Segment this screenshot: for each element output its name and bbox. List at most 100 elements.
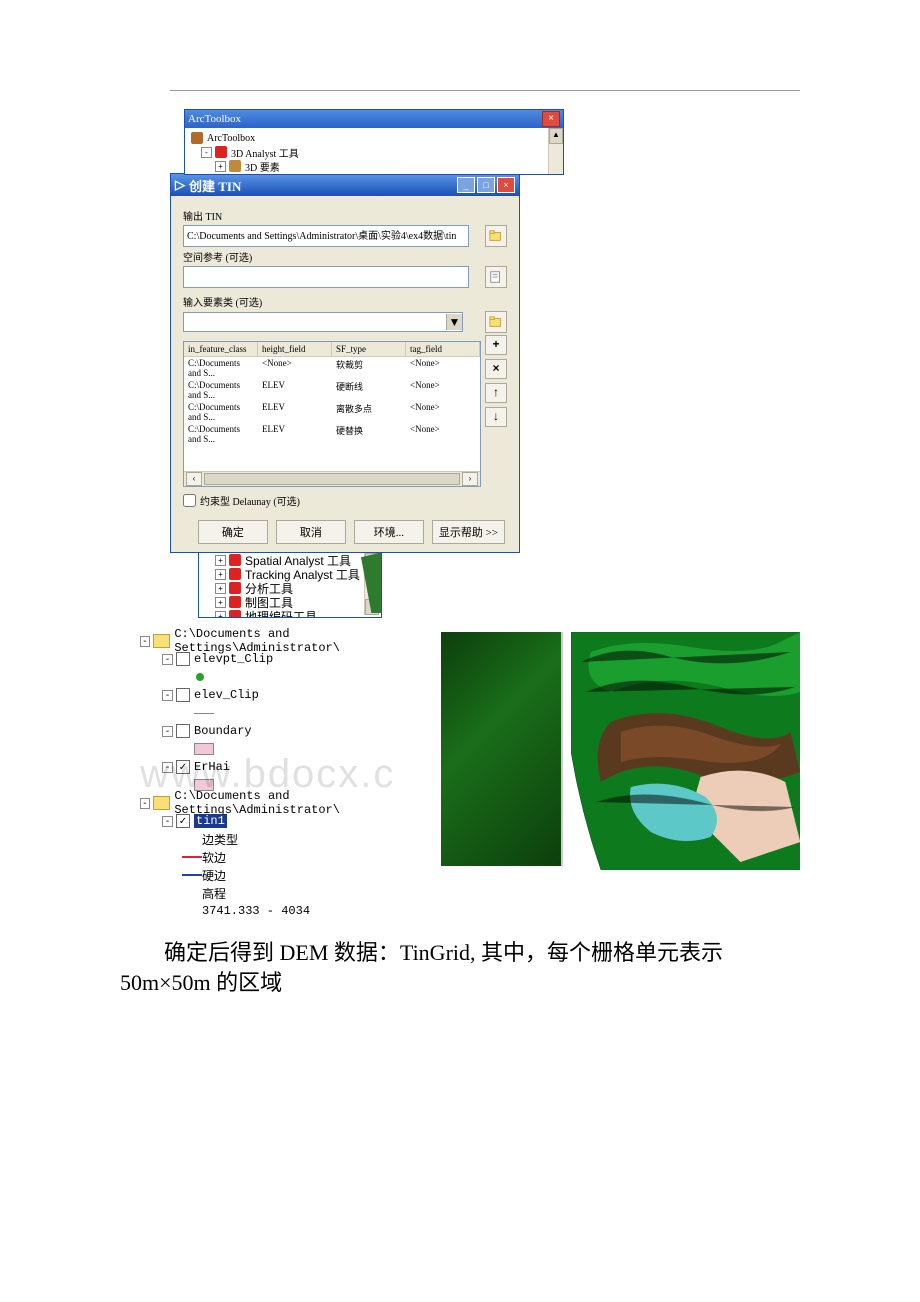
table-row[interactable]: C:\Documents and S...ELEV硬替换<None> xyxy=(184,423,480,445)
collapse-icon[interactable]: - xyxy=(162,762,173,773)
browse-icon[interactable] xyxy=(485,225,507,247)
layer-checkbox[interactable] xyxy=(176,652,190,666)
line-symbol-icon xyxy=(194,713,214,714)
expand-icon[interactable]: + xyxy=(215,555,226,566)
dialog-title: 创建 TIN xyxy=(189,176,241,195)
arctoolbox-root: ArcToolbox xyxy=(207,133,255,144)
expand-icon[interactable]: + xyxy=(215,161,226,172)
toc-path[interactable]: C:\Documents and Settings\Administrator\ xyxy=(174,789,423,817)
toolset-icon xyxy=(215,146,227,158)
legend-edge-type: 边类型 xyxy=(202,831,238,848)
expand-icon[interactable]: + xyxy=(215,583,226,594)
create-tin-dialog: ▷创建 TIN _ □ × 输出 TIN C:\Documents and Se… xyxy=(170,173,520,553)
move-up-button[interactable]: ↑ xyxy=(485,383,507,403)
collapse-icon[interactable]: - xyxy=(140,636,150,647)
arctoolbox-window: ArcToolbox × ArcToolbox - 3D Analyst 工具 +… xyxy=(184,109,564,175)
minimize-icon[interactable]: _ xyxy=(457,177,475,193)
arctoolbox-title: ArcToolbox xyxy=(188,113,241,125)
expand-icon[interactable]: - xyxy=(201,147,212,158)
point-symbol-icon xyxy=(196,673,204,681)
close-icon[interactable]: × xyxy=(497,177,515,193)
layer-tin-selected[interactable]: tin1 xyxy=(194,814,227,828)
arctoolbox-footer: +Spatial Analyst 工具 +Tracking Analyst 工具… xyxy=(198,553,382,618)
expand-icon[interactable]: + xyxy=(215,569,226,580)
layer-checkbox[interactable] xyxy=(176,724,190,738)
ok-button[interactable]: 确定 xyxy=(198,520,268,544)
toolset-icon xyxy=(229,610,241,618)
legend-elevation: 高程 xyxy=(202,885,226,902)
label-input-fc: 输入要素类 (可选) xyxy=(183,294,507,309)
layer-erhai[interactable]: ErHai xyxy=(194,760,230,774)
layers-toc: -C:\Documents and Settings\Administrator… xyxy=(140,632,423,920)
collapse-icon[interactable]: - xyxy=(162,816,173,827)
legend-soft-edge: 软边 xyxy=(202,849,226,866)
tin-map-view[interactable] xyxy=(571,632,800,870)
col-sf-type[interactable]: SF_type xyxy=(332,342,406,356)
toc-path[interactable]: C:\Documents and Settings\Administrator\ xyxy=(174,627,423,655)
layer-checkbox[interactable] xyxy=(176,688,190,702)
legend-hard-edge: 硬边 xyxy=(202,867,226,884)
close-icon[interactable]: × xyxy=(542,111,560,127)
input-spatial-ref[interactable] xyxy=(183,266,469,288)
col-tag-field[interactable]: tag_field xyxy=(406,342,480,356)
toolset-icon xyxy=(229,554,241,566)
toolbox-icon xyxy=(191,132,203,144)
arctoolbox-titlebar[interactable]: ArcToolbox × xyxy=(185,110,563,128)
hard-edge-symbol-icon xyxy=(182,874,202,876)
collapse-icon[interactable]: - xyxy=(162,726,173,737)
body-paragraph: 确定后得到 DEM 数据：TinGrid, 其中，每个栅格单元表示50m×50m… xyxy=(120,938,800,998)
table-horizontal-scrollbar[interactable]: ‹ › xyxy=(184,471,480,486)
toolset-icon xyxy=(229,596,241,608)
label-output-tin: 输出 TIN xyxy=(183,208,507,223)
layer-boundary[interactable]: Boundary xyxy=(194,724,252,738)
collapse-icon[interactable]: - xyxy=(162,654,173,665)
folder-icon xyxy=(153,796,171,810)
figure-arctoolbox-dialog: ArcToolbox × ArcToolbox - 3D Analyst 工具 +… xyxy=(184,109,564,618)
folder-icon xyxy=(153,634,171,648)
collapse-icon[interactable]: - xyxy=(162,690,173,701)
fill-symbol-icon xyxy=(194,743,214,755)
scrollbar-thumb[interactable] xyxy=(204,473,460,485)
dialog-titlebar[interactable]: ▷创建 TIN _ □ × xyxy=(171,174,519,196)
figure-toc-map: -C:\Documents and Settings\Administrator… xyxy=(140,632,800,920)
toolset-icon xyxy=(229,568,241,580)
properties-icon[interactable] xyxy=(485,266,507,288)
table-row[interactable]: C:\Documents and S...ELEV离散多点<None> xyxy=(184,401,480,423)
layer-checkbox[interactable]: ✓ xyxy=(176,814,190,828)
remove-row-button[interactable]: × xyxy=(485,359,507,379)
input-feature-dropdown[interactable]: ▼ xyxy=(183,312,463,332)
expand-icon[interactable]: + xyxy=(215,611,226,619)
scroll-up-icon[interactable]: ▲ xyxy=(549,128,563,144)
toolset-item[interactable]: 地理编码工具 xyxy=(245,608,317,619)
table-row[interactable]: C:\Documents and S...ELEV硬断线<None> xyxy=(184,379,480,401)
col-height-field[interactable]: height_field xyxy=(258,342,332,356)
toolset-3d-analyst[interactable]: 3D Analyst 工具 xyxy=(231,145,299,160)
layer-elevpt[interactable]: elevpt_Clip xyxy=(194,652,273,666)
toolset-icon xyxy=(229,582,241,594)
collapse-icon[interactable]: - xyxy=(140,798,150,809)
delaunay-checkbox[interactable]: 约束型 Delaunay (可选) xyxy=(183,493,507,508)
map-view-left[interactable] xyxy=(431,632,563,866)
layer-checkbox[interactable]: ✓ xyxy=(176,760,190,774)
col-feature-class[interactable]: in_feature_class xyxy=(184,342,258,356)
input-output-tin[interactable]: C:\Documents and Settings\Administrator\… xyxy=(183,225,469,247)
scroll-right-icon[interactable]: › xyxy=(462,472,478,486)
browse-icon[interactable] xyxy=(485,311,507,333)
move-down-button[interactable]: ↓ xyxy=(485,407,507,427)
expand-icon[interactable]: + xyxy=(215,597,226,608)
cancel-button[interactable]: 取消 xyxy=(276,520,346,544)
feature-table[interactable]: in_feature_class height_field SF_type ta… xyxy=(183,341,481,487)
scroll-left-icon[interactable]: ‹ xyxy=(186,472,202,486)
show-help-button[interactable]: 显示帮助 >> xyxy=(432,520,505,544)
legend-elev-range: 3741.333 - 4034 xyxy=(202,904,310,918)
table-row[interactable]: C:\Documents and S...<None>软裁剪<None> xyxy=(184,357,480,379)
toolset-3d-feature[interactable]: 3D 要素 xyxy=(245,159,280,174)
maximize-icon[interactable]: □ xyxy=(477,177,495,193)
soft-edge-symbol-icon xyxy=(182,856,202,858)
tin-icon: ▷ xyxy=(175,177,185,193)
layer-elev[interactable]: elev_Clip xyxy=(194,688,259,702)
environments-button[interactable]: 环境... xyxy=(354,520,424,544)
label-spatial-ref: 空间参考 (可选) xyxy=(183,249,507,264)
chevron-down-icon[interactable]: ▼ xyxy=(446,314,462,330)
add-row-button[interactable]: + xyxy=(485,335,507,355)
